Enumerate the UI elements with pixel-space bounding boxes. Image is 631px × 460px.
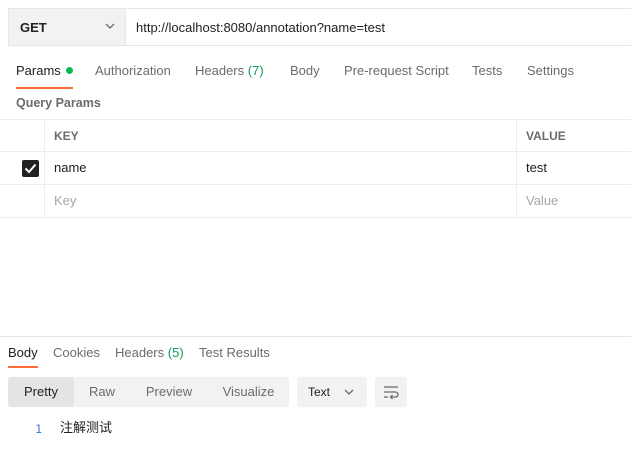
tab-headers[interactable]: Headers (7) xyxy=(195,54,264,89)
format-select[interactable]: Text xyxy=(297,377,367,407)
url-input[interactable]: http://localhost:8080/annotation?name=te… xyxy=(126,9,631,45)
tab-params-label: Params xyxy=(16,63,61,78)
table-header-row: KEY VALUE xyxy=(0,119,631,152)
column-header-value: VALUE xyxy=(526,129,566,143)
check-icon xyxy=(24,163,37,174)
tab-settings-label: Settings xyxy=(527,63,574,78)
tab-tests[interactable]: Tests xyxy=(472,54,502,89)
new-key-input[interactable]: Key xyxy=(45,185,517,217)
response-tab-body-label: Body xyxy=(8,345,38,360)
param-enabled-checkbox[interactable] xyxy=(22,160,39,177)
response-tab-headers-label: Headers xyxy=(115,345,165,360)
method-label: GET xyxy=(20,19,47,35)
chevron-down-icon xyxy=(105,23,115,29)
response-body-text: 注解测试 xyxy=(60,421,113,436)
response-tab-body[interactable]: Body xyxy=(8,340,38,368)
row-check-cell xyxy=(0,152,45,184)
url-text: http://localhost:8080/annotation?name=te… xyxy=(136,19,385,35)
row-check-cell xyxy=(0,185,45,217)
view-mode-raw[interactable]: Raw xyxy=(74,377,130,407)
request-tabs: Params Authorization Headers (7) Body Pr… xyxy=(0,54,631,89)
response-tab-cookies[interactable]: Cookies xyxy=(53,340,100,368)
query-params-table: KEY VALUE name test Key Value xyxy=(0,119,631,218)
header-check-cell xyxy=(0,120,45,151)
response-tab-headers-count: (5) xyxy=(167,345,184,360)
request-url-bar: GET http://localhost:8080/annotation?nam… xyxy=(8,8,631,46)
tab-headers-count: (7) xyxy=(247,63,264,78)
response-divider[interactable] xyxy=(0,336,631,337)
param-value-cell[interactable]: test xyxy=(517,152,631,184)
wrap-lines-button[interactable] xyxy=(375,377,407,407)
method-select[interactable]: GET xyxy=(9,9,126,45)
response-tab-cookies-label: Cookies xyxy=(53,345,100,360)
tab-authorization[interactable]: Authorization xyxy=(95,54,171,89)
response-tab-test-results[interactable]: Test Results xyxy=(199,340,270,368)
tab-authorization-label: Authorization xyxy=(95,63,171,78)
wrap-lines-icon xyxy=(384,386,399,400)
tab-params[interactable]: Params xyxy=(16,54,73,89)
format-select-value: Text xyxy=(308,385,331,399)
response-tabs: Body Cookies Headers (5) Test Results xyxy=(0,340,631,370)
tab-body[interactable]: Body xyxy=(290,54,320,89)
line-number: 1 xyxy=(35,422,42,436)
view-mode-toggle: Pretty Raw Preview Visualize xyxy=(8,377,289,407)
tab-pre-request-script-label: Pre-request Script xyxy=(344,63,449,78)
params-active-dot xyxy=(65,67,73,74)
param-key-cell[interactable]: name xyxy=(45,152,517,184)
tab-tests-label: Tests xyxy=(472,63,503,78)
response-tab-test-results-label: Test Results xyxy=(199,345,270,360)
tab-settings[interactable]: Settings xyxy=(527,54,574,89)
table-row: name test xyxy=(0,152,631,185)
new-value-input[interactable]: Value xyxy=(517,185,631,217)
chevron-down-icon xyxy=(344,389,354,395)
table-row-new: Key Value xyxy=(0,185,631,218)
response-body-line: 1 注解测试 xyxy=(0,420,631,438)
tab-headers-label: Headers xyxy=(195,63,245,78)
query-params-title: Query Params xyxy=(16,96,101,110)
response-tab-headers[interactable]: Headers (5) xyxy=(115,340,184,368)
column-header-key: KEY xyxy=(45,120,517,151)
tab-body-label: Body xyxy=(290,63,320,78)
view-mode-preview[interactable]: Preview xyxy=(130,377,208,407)
view-mode-visualize[interactable]: Visualize xyxy=(208,377,289,407)
tab-pre-request-script[interactable]: Pre-request Script xyxy=(344,54,449,89)
view-mode-pretty[interactable]: Pretty xyxy=(8,377,74,407)
